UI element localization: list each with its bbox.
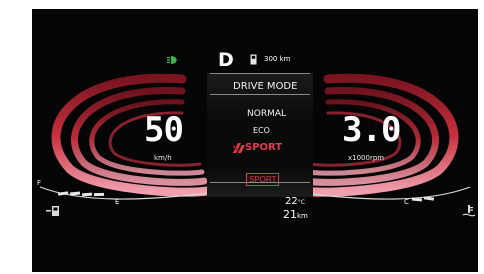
speed-unit: km/h: [154, 154, 172, 162]
temp-cold-label: C: [404, 198, 409, 206]
drive-mode-badge: SPORT: [246, 173, 280, 186]
fuel-full-label: F: [37, 179, 42, 187]
temperature-unit: °C: [297, 199, 305, 206]
drive-mode-title: DRIVE MODE: [233, 81, 298, 92]
panel-top-divider: [210, 73, 310, 74]
coolant-temp-icon: [462, 205, 476, 217]
trip-value: 21: [283, 208, 297, 221]
range-readout: 300 km: [264, 55, 291, 63]
trip-readout: 21km: [283, 208, 308, 221]
fuel-empty-label: E: [115, 198, 120, 206]
panel-title-divider: [210, 94, 310, 95]
fuel-level-bars: [57, 191, 105, 197]
gear-indicator: D: [218, 49, 234, 71]
temperature-readout: 22°C: [285, 196, 305, 207]
speed-gauge-arcs: [51, 73, 212, 197]
rpm-unit: x1000rpm: [348, 154, 385, 162]
fuel-pump-icon: [250, 54, 257, 65]
headlight-indicator-icon: [167, 56, 177, 64]
rpm-value: 3.0: [342, 110, 401, 150]
drive-mode-option-eco[interactable]: ECO: [253, 126, 270, 135]
drive-mode-option-normal[interactable]: NORMAL: [247, 109, 286, 119]
fuel-level-icon: [46, 206, 59, 216]
drive-mode-icon: [233, 143, 245, 153]
trip-unit: km: [297, 212, 308, 220]
drive-mode-option-sport[interactable]: SPORT: [245, 142, 282, 153]
temperature-value: 22: [285, 196, 298, 207]
speed-value: 50: [144, 110, 184, 150]
instrument-cluster: D 300 km DRIVE MODE NORMAL ECO SPORT SPO…: [32, 9, 478, 272]
